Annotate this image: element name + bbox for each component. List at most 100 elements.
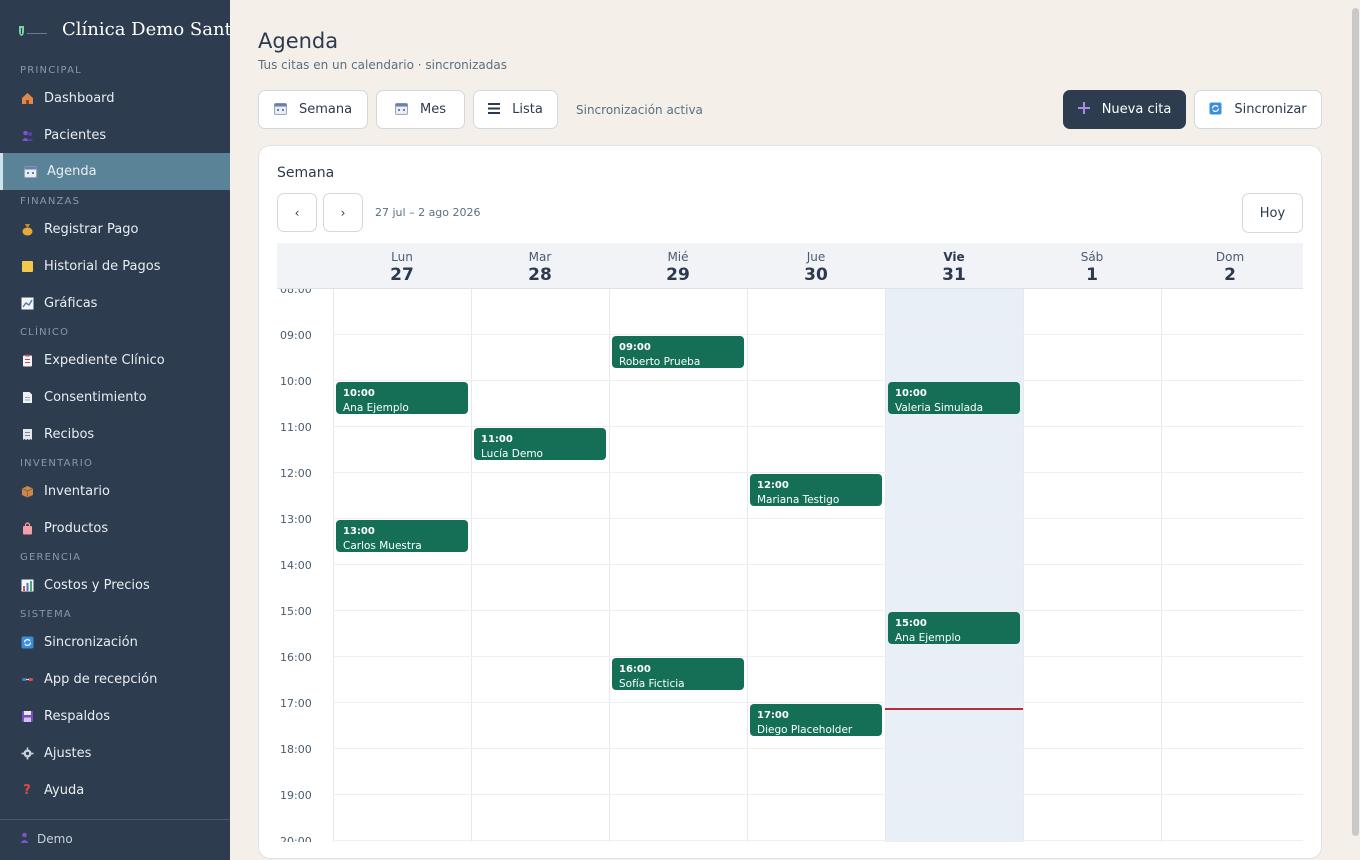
- sidebar-item-pacientes[interactable]: Pacientes: [0, 117, 230, 154]
- sidebar-item-dashboard[interactable]: Dashboard: [0, 80, 230, 117]
- sidebar-item-label: Dashboard: [44, 91, 115, 106]
- sidebar-item-inventario[interactable]: Inventario: [0, 473, 230, 510]
- house-icon: [20, 92, 34, 106]
- calendar-icon: [395, 102, 408, 118]
- hour-gridline: [333, 518, 1303, 519]
- sidebar-item-label: Gráficas: [44, 296, 98, 311]
- app-title: Clínica Demo Santo: [62, 19, 230, 40]
- appointment-patient: Lucía Demo: [481, 448, 543, 460]
- gear-icon: [20, 747, 34, 761]
- sync-button[interactable]: Sincronizar: [1194, 90, 1322, 129]
- appointment-event[interactable]: 13:00 Carlos Muestra: [336, 520, 468, 552]
- sidebar-item-expediente[interactable]: Expediente Clínico: [0, 342, 230, 379]
- chevron-right-icon: ›: [340, 205, 346, 220]
- today-button[interactable]: Hoy: [1242, 193, 1303, 233]
- next-week-button[interactable]: ›: [323, 193, 363, 232]
- appointment-patient: Ana Ejemplo: [343, 402, 409, 414]
- day-column[interactable]: [1161, 289, 1299, 842]
- section-clinico: CLÍNICO: [20, 327, 70, 338]
- sidebar-item-label: Sincronización: [44, 635, 138, 650]
- appointment-event[interactable]: 11:00 Lucía Demo: [474, 428, 606, 460]
- view-month-button[interactable]: Mes: [376, 90, 465, 129]
- appointment-patient: Mariana Testigo: [757, 494, 840, 506]
- appointment-patient: Ana Ejemplo: [895, 632, 961, 644]
- sidebar-item-label: App de recepción: [44, 672, 158, 687]
- sidebar-item-sincronizacion[interactable]: Sincronización: [0, 624, 230, 661]
- sidebar-item-agenda[interactable]: Agenda: [0, 153, 230, 190]
- day-column[interactable]: [1023, 289, 1161, 842]
- current-time-indicator: [885, 708, 1023, 711]
- appointment-event[interactable]: 10:00 Ana Ejemplo: [336, 382, 468, 414]
- appointment-event[interactable]: 09:00 Roberto Prueba: [612, 336, 744, 368]
- view-list-button[interactable]: Lista: [473, 90, 558, 129]
- sidebar-item-recibos[interactable]: Recibos: [0, 416, 230, 453]
- page-subtitle: Tus citas en un calendario · sincronizad…: [258, 58, 507, 72]
- day-name: Dom: [1215, 250, 1245, 264]
- sidebar-item-graficas[interactable]: Gráficas: [0, 285, 230, 322]
- appointment-time: 10:00: [343, 388, 375, 399]
- day-column[interactable]: [471, 289, 609, 842]
- hour-label: 10:00: [280, 375, 312, 388]
- user-name: Demo: [37, 832, 73, 846]
- appointment-event[interactable]: 10:00 Valeria Simulada: [888, 382, 1020, 414]
- day-column[interactable]: [609, 289, 747, 842]
- new-appointment-button[interactable]: Nueva cita: [1063, 90, 1186, 129]
- section-inventario: INVENTARIO: [20, 458, 94, 469]
- hour-gridline: [333, 472, 1303, 473]
- day-date: 1: [1086, 265, 1098, 285]
- hour-label: 08:00: [280, 289, 312, 296]
- appointment-patient: Diego Placeholder: [757, 724, 853, 736]
- prev-week-button[interactable]: ‹: [277, 193, 317, 232]
- hour-label: 14:00: [280, 559, 312, 572]
- user-menu[interactable]: Demo: [20, 832, 73, 846]
- day-column[interactable]: [885, 289, 1023, 842]
- scrollbar-thumb[interactable]: [1352, 8, 1359, 836]
- brand: Clínica Demo Santo: [0, 0, 230, 62]
- appointment-event[interactable]: 16:00 Sofía Ficticia: [612, 658, 744, 690]
- day-column[interactable]: [747, 289, 885, 842]
- person-icon: [20, 832, 29, 846]
- bar-chart-icon: [20, 579, 34, 593]
- question-icon: ?: [23, 783, 31, 798]
- sidebar-item-historial-pagos[interactable]: Historial de Pagos: [0, 248, 230, 285]
- hour-label: 16:00: [280, 651, 312, 664]
- sidebar-item-respaldos[interactable]: Respaldos: [0, 698, 230, 735]
- view-list-label: Lista: [512, 102, 543, 117]
- chart-icon: [20, 297, 34, 311]
- appointment-event[interactable]: 12:00 Mariana Testigo: [750, 474, 882, 506]
- sidebar-item-ayuda[interactable]: ? Ayuda: [0, 772, 230, 809]
- hour-label: 20:00: [280, 835, 312, 842]
- day-header: Jue 30: [747, 243, 885, 289]
- day-name: Jue: [806, 250, 826, 264]
- document-icon: [20, 391, 34, 405]
- day-name: Sáb: [1080, 250, 1104, 264]
- sidebar-item-consentimiento[interactable]: Consentimiento: [0, 379, 230, 416]
- hour-label: 13:00: [280, 513, 312, 526]
- appointment-event[interactable]: 17:00 Diego Placeholder: [750, 704, 882, 736]
- hour-gridline: [333, 748, 1303, 749]
- sidebar-item-productos[interactable]: Productos: [0, 510, 230, 547]
- sidebar-item-costos[interactable]: Costos y Precios: [0, 567, 230, 604]
- clipboard-icon: [20, 354, 34, 368]
- sidebar-item-label: Costos y Precios: [44, 578, 150, 593]
- day-date: 31: [942, 265, 966, 285]
- sidebar-item-app-recepcion[interactable]: App de recepción: [0, 661, 230, 698]
- day-name: Lun: [391, 250, 413, 264]
- day-column[interactable]: [333, 289, 471, 842]
- page-scrollbar[interactable]: [1351, 0, 1360, 860]
- day-name: Mar: [528, 250, 552, 264]
- day-name: Vie: [943, 250, 965, 264]
- hour-label: 11:00: [280, 421, 312, 434]
- receipt-icon: [20, 428, 34, 442]
- appointment-event[interactable]: 15:00 Ana Ejemplo: [888, 612, 1020, 644]
- people-icon: [20, 129, 34, 143]
- sidebar-item-label: Pacientes: [44, 128, 107, 143]
- sidebar-item-registrar-pago[interactable]: Registrar Pago: [0, 211, 230, 248]
- view-week-label: Semana: [298, 102, 353, 117]
- section-sistema: SISTEMA: [20, 609, 72, 620]
- clinic-logo-icon: [19, 26, 47, 36]
- hour-gridline: [333, 564, 1303, 565]
- view-week-button[interactable]: Semana: [258, 90, 368, 129]
- view-month-label: Mes: [420, 102, 446, 117]
- sidebar-item-ajustes[interactable]: Ajustes: [0, 735, 230, 772]
